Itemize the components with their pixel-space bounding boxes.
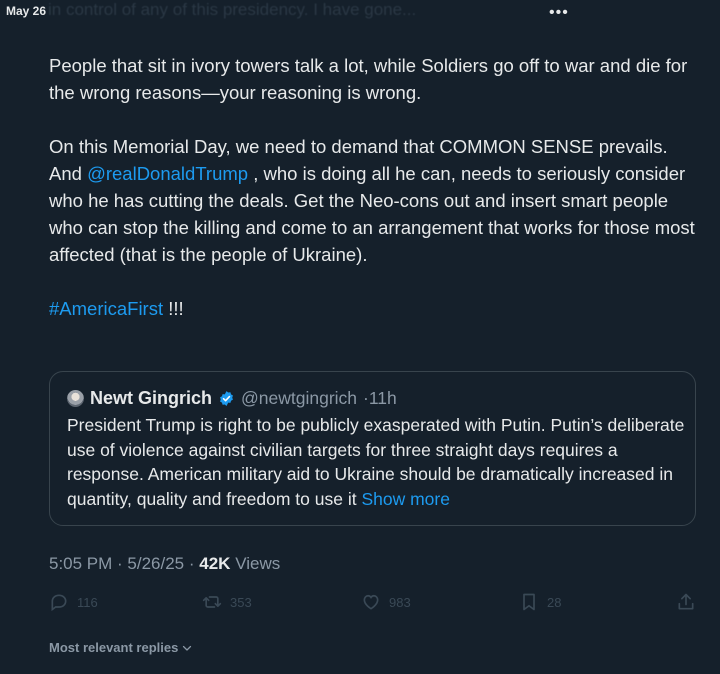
tweet-body: People that sit in ivory towers talk a l… [49, 52, 699, 349]
status-bar-time: May 26 [6, 4, 47, 18]
reply-count: 116 [77, 594, 98, 610]
reply-button[interactable]: 116 [49, 592, 98, 612]
quoted-tweet-time: ·11h [363, 387, 397, 408]
meta-separator: · [184, 554, 200, 573]
quoted-author-name[interactable]: Newt Gingrich [90, 388, 212, 409]
repost-icon [202, 596, 222, 608]
show-more-link[interactable]: Show more [361, 489, 450, 509]
quoted-tweet-header: Newt Gingrich @newtgingrich ·11h [67, 387, 397, 409]
share-button[interactable] [676, 592, 696, 612]
tweet-paragraph-1: People that sit in ivory towers talk a l… [49, 55, 688, 103]
tweet-paragraph-2: On this Memorial Day, we need to demand … [49, 133, 699, 268]
tweet-meta: 5:05 PM · 5/26/25 · 42K Views [49, 554, 280, 574]
chevron-down-icon [183, 645, 192, 651]
bookmark-count: 28 [547, 594, 562, 610]
hashtag-link[interactable]: #AmericaFirst [49, 298, 163, 319]
quoted-author-handle[interactable]: @newtgingrich [241, 388, 357, 409]
like-icon [363, 594, 379, 610]
repost-count: 353 [230, 594, 252, 610]
views-count: 42K [199, 554, 231, 573]
hashtag-suffix: !!! [163, 298, 184, 319]
mention-link[interactable]: @realDonaldTrump [87, 163, 248, 184]
tweet-paragraph-3: #AmericaFirst !!! [49, 295, 699, 322]
like-count: 983 [389, 594, 411, 610]
verified-icon [220, 390, 233, 406]
replies-sort-label: Most relevant replies [49, 640, 179, 655]
quoted-tweet-card[interactable]: Newt Gingrich @newtgingrich ·11h Preside… [49, 371, 696, 526]
avatar[interactable] [67, 389, 84, 407]
tweet-time[interactable]: 5:05 PM [49, 554, 112, 573]
action-bar: 116 353 983 28 [49, 592, 699, 616]
repost-button[interactable]: 353 [202, 592, 252, 612]
views-label: Views [235, 554, 281, 573]
bookmark-button[interactable]: 28 [519, 592, 561, 612]
tweet-date[interactable]: 5/26/25 [127, 554, 184, 573]
reply-icon [51, 594, 67, 612]
bookmark-icon [523, 593, 535, 611]
replies-sort-dropdown[interactable]: Most relevant replies [49, 640, 193, 655]
quoted-tweet-text: President Trump is right to be publicly … [67, 413, 687, 511]
more-icon[interactable]: ••• [549, 4, 569, 22]
share-icon [678, 593, 694, 610]
previous-tweet-fragment: in control of any of this presidency. I … [48, 0, 417, 19]
like-button[interactable]: 983 [361, 592, 411, 612]
meta-separator: · [112, 554, 128, 573]
